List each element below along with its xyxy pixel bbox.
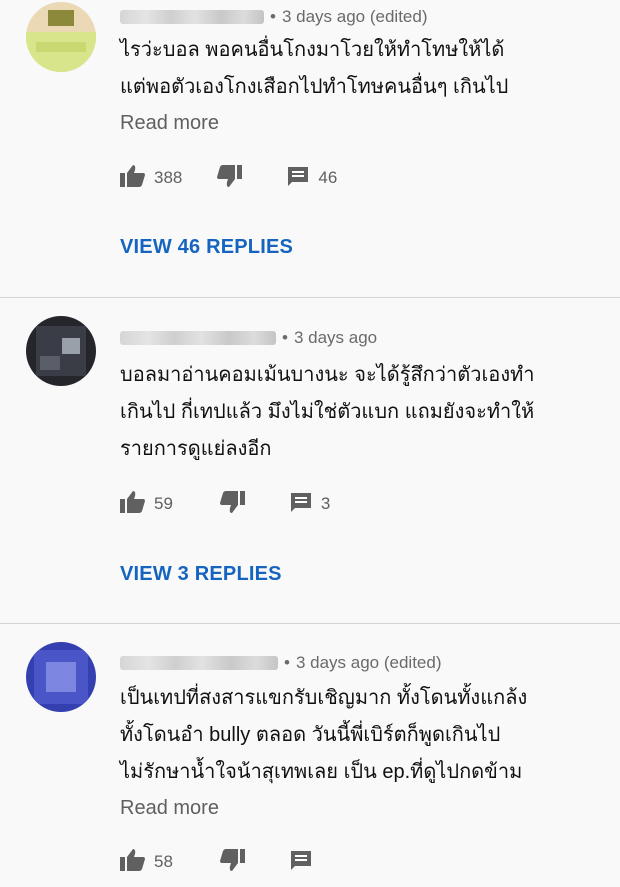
comment-icon (286, 164, 310, 193)
comment-actions: 59 3 (120, 490, 330, 519)
comment-actions: 58 (120, 848, 313, 877)
comment-meta: • 3 days ago (edited) (120, 652, 442, 674)
like-button[interactable]: 388 (120, 164, 182, 193)
author-name-blurred[interactable] (120, 10, 264, 24)
separator-dot: • (282, 328, 288, 347)
author-name-blurred[interactable] (120, 331, 276, 345)
avatar[interactable] (26, 2, 96, 72)
comment-time: 3 days ago (edited) (295, 653, 442, 672)
comment-icon (289, 490, 313, 519)
separator-dot: • (284, 653, 290, 672)
thumb-up-icon (120, 490, 146, 519)
dislike-button[interactable] (219, 490, 245, 519)
like-button[interactable]: 59 (120, 490, 173, 519)
view-replies-link[interactable]: VIEW 3 REPLIES (120, 563, 282, 586)
author-name-blurred[interactable] (120, 656, 278, 670)
thumb-up-icon (120, 848, 146, 877)
reply-count: 46 (318, 168, 338, 187)
comment-time: 3 days ago (edited) (281, 7, 428, 26)
reply-button[interactable]: 3 (289, 490, 330, 519)
read-more-link[interactable]: Read more (120, 112, 219, 135)
reply-button[interactable] (289, 848, 313, 877)
comment-time: 3 days ago (293, 328, 378, 347)
avatar[interactable] (26, 642, 96, 712)
thumb-up-icon (120, 164, 146, 193)
comment-actions: 388 46 (120, 164, 337, 193)
dislike-button[interactable] (219, 848, 245, 877)
comment-meta: • 3 days ago (120, 327, 377, 349)
comment-icon (289, 848, 313, 877)
comment-text: เป็นเทปที่สงสารแขกรับเชิญมาก ทั้งโดนทั้ง… (120, 687, 528, 783)
comment-text: ไรว่ะบอล พอคนอื่นโกงมาโวยให้ทำโทษให้ได้ … (120, 39, 509, 98)
avatar[interactable] (26, 316, 96, 386)
comment-meta: • 3 days ago (edited) (120, 6, 428, 28)
separator-dot: • (270, 7, 276, 26)
divider (0, 623, 620, 624)
read-more-link[interactable]: Read more (120, 797, 219, 820)
like-button[interactable]: 58 (120, 848, 173, 877)
dislike-button[interactable] (216, 164, 243, 193)
view-replies-link[interactable]: VIEW 46 REPLIES (120, 236, 293, 259)
like-count: 59 (154, 494, 173, 513)
reply-count: 3 (320, 494, 331, 513)
thumb-down-icon (219, 848, 245, 877)
reply-button[interactable]: 46 (286, 164, 337, 193)
thumb-down-icon (219, 490, 245, 519)
divider (0, 297, 620, 298)
like-count: 388 (154, 168, 183, 187)
thumb-down-icon (216, 164, 243, 193)
like-count: 58 (154, 852, 173, 871)
comment-text: บอลมาอ่านคอมเม้นบางนะ จะได้รู้สึกว่าตัวเ… (120, 364, 535, 460)
